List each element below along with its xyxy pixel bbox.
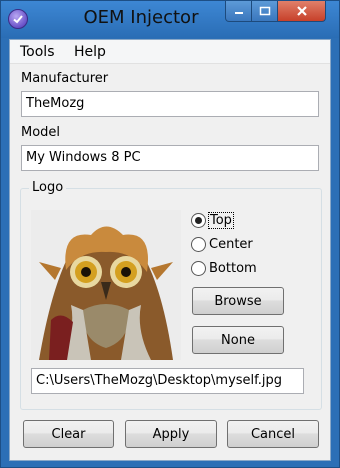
radio-selected-dot: [195, 216, 202, 224]
app-window: OEM Injector Tools Help Manufacturer The…: [0, 0, 340, 468]
logo-group-label: Logo: [29, 180, 67, 195]
menu-tools[interactable]: Tools: [20, 44, 55, 60]
maximize-button[interactable]: [251, 1, 278, 22]
clear-button[interactable]: Clear: [23, 420, 114, 448]
radio-center-label[interactable]: Center: [209, 237, 253, 252]
browse-button[interactable]: Browse: [192, 287, 284, 315]
none-button[interactable]: None: [192, 326, 284, 354]
radio-top[interactable]: Top: [191, 211, 234, 229]
maximize-icon: [259, 6, 270, 16]
model-field[interactable]: My Windows 8 PC: [21, 145, 319, 171]
radio-top-button[interactable]: [191, 212, 206, 228]
radio-bottom-button[interactable]: [191, 260, 206, 276]
radio-bottom-label[interactable]: Bottom: [209, 261, 257, 276]
radio-center-button[interactable]: [191, 236, 206, 252]
radio-bottom[interactable]: Bottom: [191, 259, 257, 277]
close-icon: [296, 6, 307, 16]
logo-preview-image: [31, 210, 181, 360]
manufacturer-field[interactable]: TheMozg: [21, 91, 319, 117]
model-label: Model: [21, 125, 61, 140]
cancel-button[interactable]: Cancel: [227, 420, 319, 448]
close-button[interactable]: [277, 1, 326, 22]
dialog-client-area: Tools Help Manufacturer TheMozg Model My…: [9, 39, 331, 461]
manufacturer-label: Manufacturer: [21, 71, 109, 86]
minimize-icon: [234, 12, 243, 14]
menu-bar: Tools Help: [10, 40, 330, 64]
title-bar[interactable]: OEM Injector: [1, 1, 339, 38]
apply-button[interactable]: Apply: [125, 420, 217, 448]
minimize-button[interactable]: [225, 1, 252, 22]
menu-help[interactable]: Help: [74, 44, 106, 60]
radio-top-label[interactable]: Top: [208, 211, 234, 229]
radio-center[interactable]: Center: [191, 235, 253, 253]
logo-path-field[interactable]: C:\Users\TheMozg\Desktop\myself.jpg: [31, 368, 304, 394]
